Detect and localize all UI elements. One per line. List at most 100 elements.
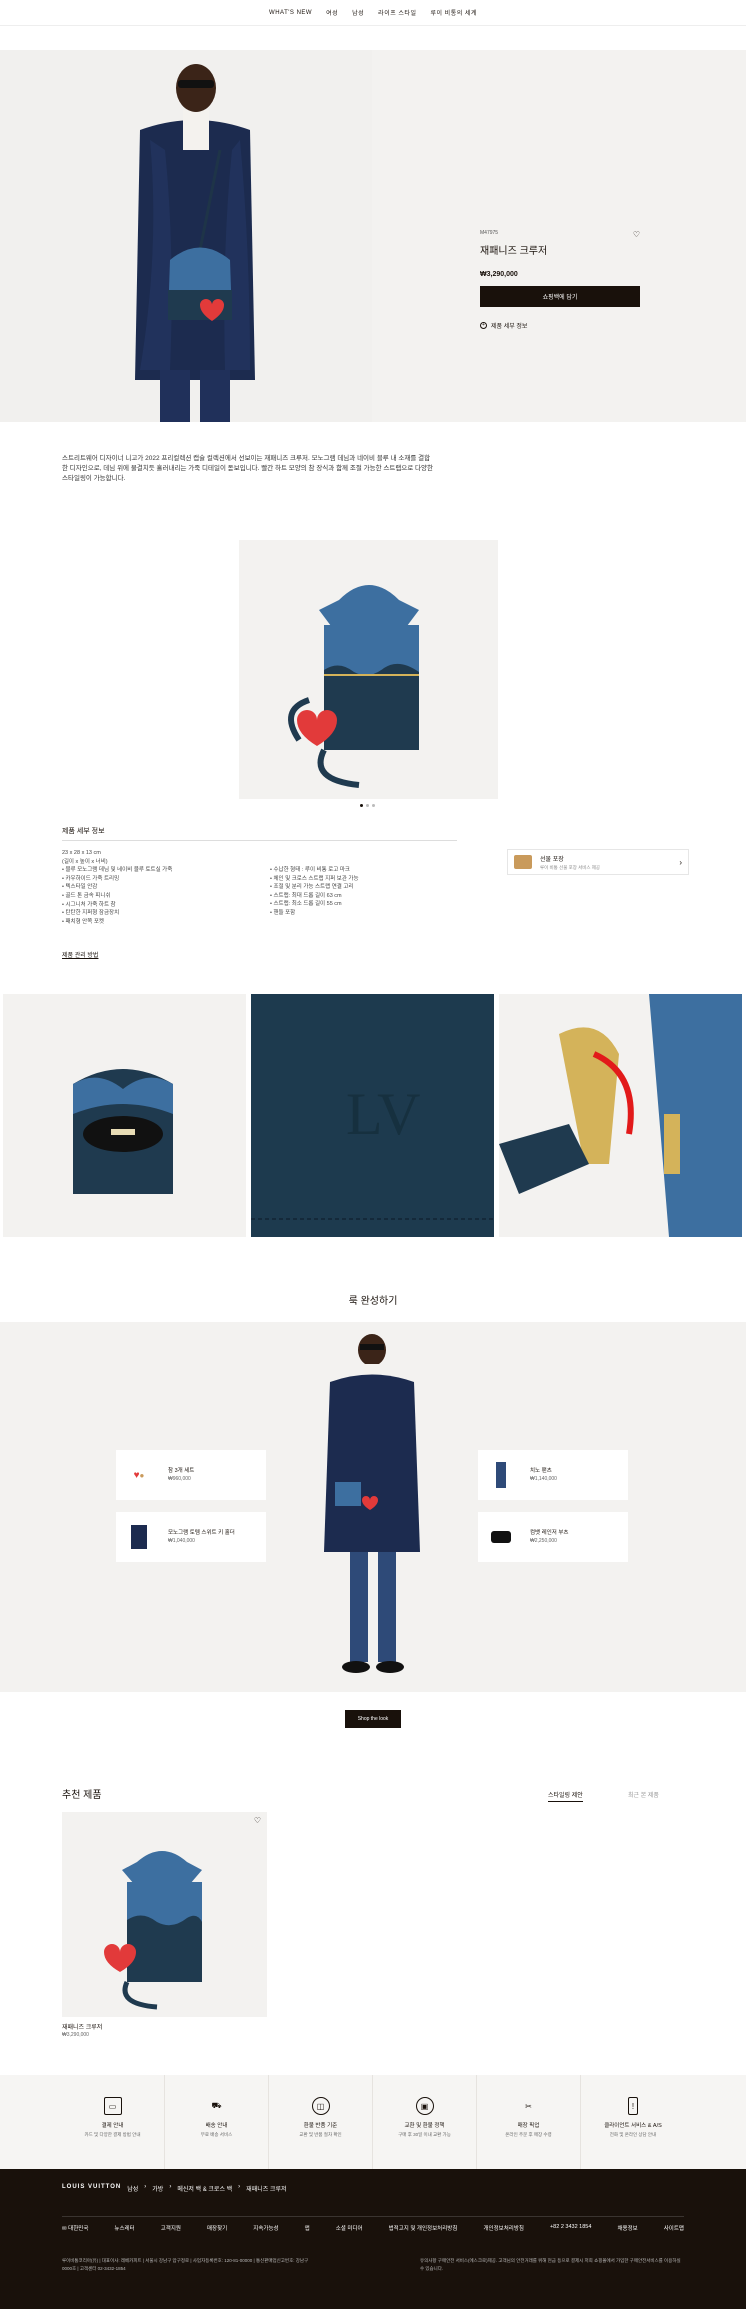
shop-the-look-button[interactable]: Shop the look <box>345 1710 401 1728</box>
look-item-card[interactable]: 모노그램 토템 스위트 키 홀더 ₩1,040,000 <box>116 1512 266 1562</box>
pants-icon <box>478 1450 524 1500</box>
look-item-price: ₩960,000 <box>168 1476 191 1482</box>
care-instructions-link[interactable]: 제품 관리 방법 <box>62 950 98 959</box>
spec-heading: 제품 세부 정보 <box>62 828 105 835</box>
breadcrumb-item[interactable]: 메신저 백 & 크로스 백 <box>177 2184 232 2193</box>
look-item-card[interactable]: ♥ ● 참 3개 세트 ₩960,000 <box>116 1450 266 1500</box>
service-desc: 교환 및 반품 절차 확인 <box>299 2132 342 2137</box>
spec-item: • 스트랩: 최대 드롭 길이 63 cm <box>270 892 342 899</box>
service-title: 매장 픽업 <box>517 2123 540 2129</box>
service-title: 결제 안내 <box>101 2123 124 2129</box>
look-item-info: 치노 팬츠 ₩1,140,000 <box>524 1467 557 1483</box>
nav-women[interactable]: 여성 <box>326 8 338 17</box>
footer-link[interactable]: 개인정보처리방침 <box>483 2224 523 2232</box>
recommended-product-card[interactable]: ♡ <box>62 1812 267 2017</box>
wishlist-heart-icon[interactable]: ♡ <box>254 1816 261 1825</box>
brand-logo[interactable]: LOUIS VUITTON <box>62 2184 121 2193</box>
service-desc: 구매 후 30일 이내 교환 가능 <box>398 2132 451 2137</box>
product-details-link[interactable]: + 제품 세부 정보 <box>480 321 640 330</box>
product-description: 스트리트웨어 디자이너 니고가 2022 프리컬렉션 캡슐 컬렉션에서 선보이는… <box>62 455 433 482</box>
gift-text: 선물 포장 루이 비통 선물 포장 서비스 제공 <box>540 854 671 871</box>
footer-link[interactable]: 법적고지 및 개인정보처리방침 <box>389 2224 458 2232</box>
services-bar: ▭ 결제 안내 카드 및 다양한 결제 방법 안내 ⛟ 배송 안내 무료 배송 … <box>0 2075 746 2169</box>
look-item-card[interactable]: 컴뱃 레인저 부츠 ₩2,250,000 <box>478 1512 628 1562</box>
footer-link[interactable]: 지속가능성 <box>253 2224 278 2232</box>
region-selector[interactable]: ✉ 대한민국 <box>62 2224 88 2232</box>
footer-link[interactable]: 고객지원 <box>161 2224 181 2232</box>
spec-item: • 탄탄한 지퍼형 잠금장치 <box>62 910 120 917</box>
breadcrumb-item[interactable]: 가방 <box>152 2184 163 2193</box>
look-item-price: ₩2,250,000 <box>530 1538 557 1544</box>
service-exchange[interactable]: ▣ 교환 및 환불 정책 구매 후 30일 이내 교환 가능 <box>373 2075 477 2169</box>
detail-image-logo[interactable]: LV <box>251 994 494 1237</box>
gift-wrap-option[interactable]: 선물 포장 루이 비통 선물 포장 서비스 제공 › <box>507 849 689 875</box>
service-desc: 카드 및 다양한 결제 방법 안내 <box>84 2132 141 2137</box>
service-returns[interactable]: ◫ 환불 반품 기준 교환 및 반품 절차 확인 <box>269 2075 373 2169</box>
gift-box-icon: ▣ <box>415 2097 434 2115</box>
jacket-icon <box>116 1512 162 1562</box>
nav-men[interactable]: 남성 <box>352 8 364 17</box>
scissor-icon: ✂ <box>525 2101 532 2111</box>
nav-lifestyle[interactable]: 라이프 스타일 <box>378 8 416 17</box>
chevron-right-icon: › <box>679 857 682 867</box>
gift-desc: 루이 비통 선물 포장 서비스 제공 <box>540 864 601 870</box>
spec-item: • 패치형 안쪽 포켓 <box>62 918 104 925</box>
charms-icon: ♥ ● <box>133 1469 145 1481</box>
detail-image-hardware[interactable] <box>499 994 742 1237</box>
service-delivery[interactable]: ⛟ 배송 안내 무료 배송 서비스 <box>165 2075 269 2169</box>
look-item-card[interactable]: 치노 팬츠 ₩1,140,000 <box>478 1450 628 1500</box>
service-title: 배송 안내 <box>205 2123 228 2129</box>
spec-item: • 시그니처 가죽 하트 참 <box>62 901 116 908</box>
service-desc: 온라인 주문 후 매장 수령 <box>505 2132 552 2137</box>
footer-link[interactable]: 매장찾기 <box>207 2224 227 2232</box>
service-title: 클라이언트 서비스 & A/S <box>604 2123 662 2129</box>
service-pickup[interactable]: ✂ 매장 픽업 온라인 주문 후 매장 수령 <box>477 2075 581 2169</box>
boots-icon <box>478 1512 524 1562</box>
spec-size: 23 x 28 x 13 cm <box>62 850 101 856</box>
footer-escrow-note: 유의사항 구매안전 서비스(에스크로)제공. 고객님의 안전거래를 위해 현금 … <box>420 2258 681 2271</box>
footer-phone[interactable]: +82 2 3432 1854 <box>550 2224 591 2232</box>
product-gallery-image[interactable] <box>239 540 498 799</box>
product-info-panel: M47975 ♡ 재패니즈 크루저 ₩3,290,000 쇼핑백에 담기 + 제… <box>480 230 640 330</box>
spec-item: • 조절 및 분리 가능 스트랩 연결 고리 <box>270 884 354 891</box>
card-icon: ▭ <box>103 2097 122 2115</box>
breadcrumb-item[interactable]: 남성 <box>127 2184 138 2193</box>
tab-recently-viewed[interactable]: 최근 본 제품 <box>628 1790 659 1799</box>
spec-item: • 블루 모노그램 데님 및 네이비 블루 토트실 가죽 <box>62 867 173 874</box>
look-item-name: 치노 팬츠 <box>530 1468 552 1474</box>
service-client[interactable]: ! 클라이언트 서비스 & A/S 전화 및 온라인 상담 안내 <box>581 2075 685 2169</box>
footer-divider <box>62 2216 684 2217</box>
look-item-name: 참 3개 세트 <box>168 1468 195 1474</box>
nav-whats-new[interactable]: WHAT'S NEW <box>269 10 312 16</box>
wishlist-heart-icon[interactable]: ♡ <box>633 230 640 239</box>
detail-image-interior[interactable] <box>3 994 246 1237</box>
footer-link[interactable]: 뉴스레터 <box>114 2224 134 2232</box>
footer-link[interactable]: 사이트맵 <box>664 2224 684 2232</box>
look-item-info: 참 3개 세트 ₩960,000 <box>162 1467 194 1483</box>
spec-list-right: • 수납한 형태 : 루이 비통 로고 마크 • 체인 및 크로스 스트랩 지퍼… <box>270 866 460 918</box>
look-item-name: 컴뱃 레인저 부츠 <box>530 1530 569 1536</box>
look-item-info: 모노그램 토템 스위트 키 홀더 ₩1,040,000 <box>162 1529 235 1545</box>
gallery-dot[interactable] <box>372 804 375 807</box>
footer-link[interactable]: 소셜 미디어 <box>336 2224 363 2232</box>
nav-world-of-lv[interactable]: 루이 비통의 세계 <box>430 8 476 17</box>
spec-item: • 스트랩: 최소 드롭 길이 55 cm <box>270 901 342 908</box>
footer-link[interactable]: 앱 <box>305 2224 310 2232</box>
product-title: 재패니즈 크루저 <box>480 246 548 257</box>
gallery-dot[interactable] <box>366 804 369 807</box>
add-to-bag-button[interactable]: 쇼핑백에 담기 <box>480 286 640 307</box>
product-details-label: 제품 세부 정보 <box>491 324 528 330</box>
gallery-dot[interactable] <box>360 804 363 807</box>
truck-icon: ⛟ <box>211 2101 222 2110</box>
product-hero: M47975 ♡ 재패니즈 크루저 ₩3,290,000 쇼핑백에 담기 + 제… <box>0 50 746 422</box>
gift-box-icon <box>514 855 532 869</box>
breadcrumb-item[interactable]: 재패니즈 크루저 <box>246 2184 286 2193</box>
look-section: ♥ ● 참 3개 세트 ₩960,000 모노그램 토템 스위트 키 홀더 ₩1,… <box>0 1322 746 1692</box>
footer-links: ✉ 대한민국 뉴스레터 고객지원 매장찾기 지속가능성 앱 소셜 미디어 법적고… <box>62 2224 684 2232</box>
spec-item: • 카우하이드 가죽 트리밍 <box>62 875 120 882</box>
product-sku: M47975 <box>480 230 499 236</box>
footer: LOUIS VUITTON 남성 › 가방 › 메신저 백 & 크로스 백 › 재패니… <box>0 2169 746 2309</box>
tab-styling[interactable]: 스타일링 제안 <box>548 1790 583 1802</box>
service-payment[interactable]: ▭ 결제 안내 카드 및 다양한 결제 방법 안내 <box>61 2075 165 2169</box>
footer-link[interactable]: 채용정보 <box>617 2224 637 2232</box>
